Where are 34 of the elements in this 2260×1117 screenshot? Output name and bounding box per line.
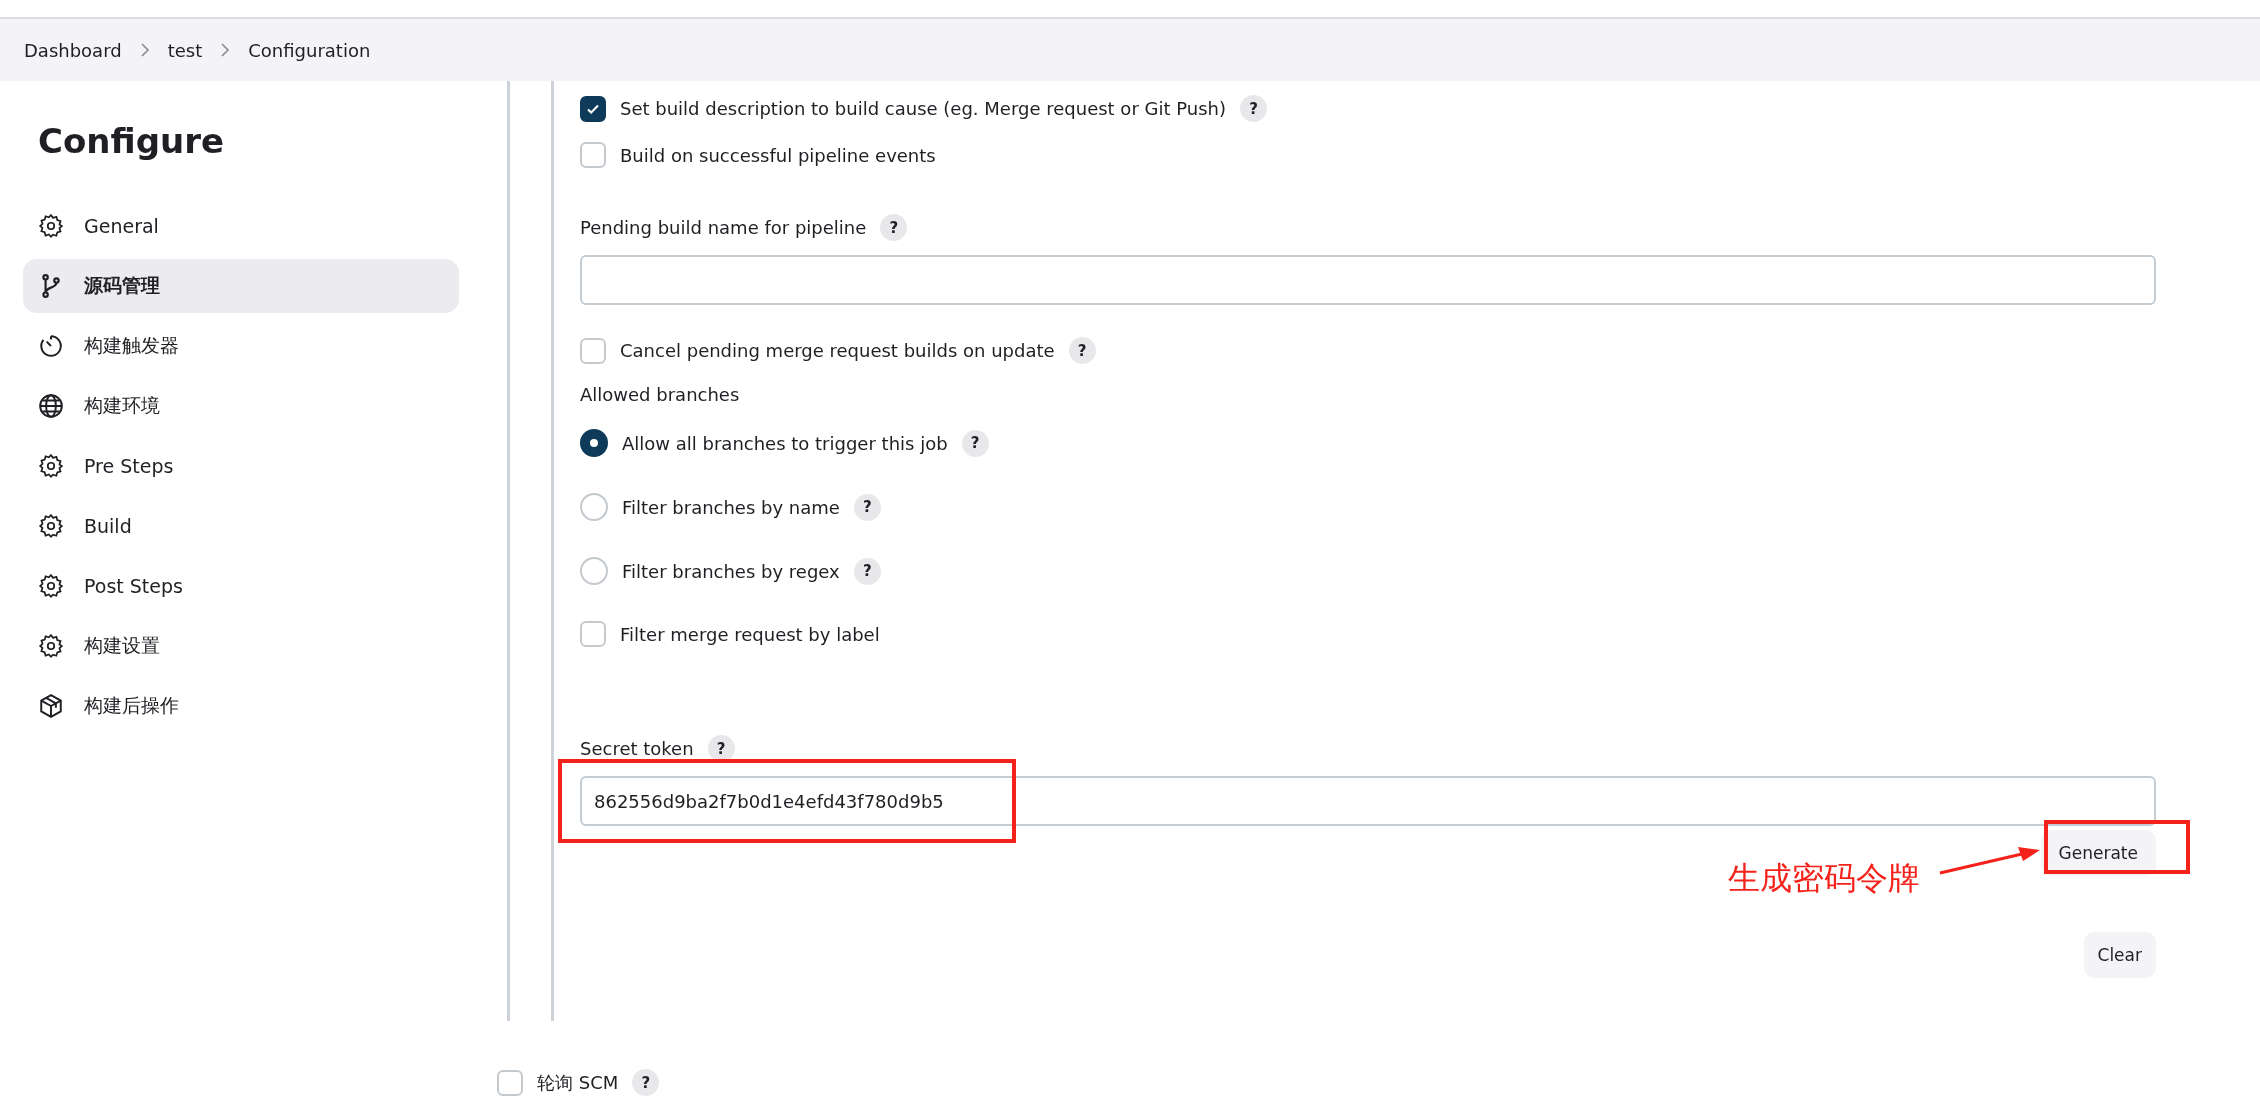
- sidebar-item[interactable]: Post Steps: [23, 559, 459, 613]
- radio-label: Allow all branches to trigger this job: [622, 432, 948, 454]
- help-button[interactable]: ?: [853, 493, 881, 521]
- checkbox-label: Cancel pending merge request builds on update: [620, 340, 1055, 361]
- help-button[interactable]: ?: [880, 214, 908, 241]
- sidebar-item[interactable]: 构建环境: [23, 379, 459, 433]
- checkbox-label: Build on successful pipeline events: [620, 144, 936, 166]
- sidebar-item[interactable]: 构建设置: [23, 619, 459, 673]
- help-button[interactable]: ?: [632, 1069, 660, 1096]
- input-field[interactable]: 862556d9ba2f7b0d1e4efd43f780d9b5: [580, 776, 2156, 826]
- sidebar-item[interactable]: 构建后操作: [23, 679, 459, 733]
- sidebar-item[interactable]: Build: [23, 499, 459, 553]
- field-label: Pending build name for pipeline: [580, 217, 867, 238]
- help-button[interactable]: ?: [1068, 337, 1096, 364]
- sidebar-item[interactable]: 源码管理: [23, 259, 459, 313]
- radio-label: Filter branches by name: [622, 496, 840, 518]
- field-label: Secret token: [580, 738, 694, 759]
- sidebar-item[interactable]: General: [23, 199, 459, 253]
- clear-button[interactable]: Clear: [2083, 932, 2156, 978]
- annotation-text: 生成密码令牌: [1728, 858, 1920, 899]
- section-label: Allowed branches: [580, 384, 740, 405]
- checkbox-label: 轮询 SCM: [537, 1070, 619, 1095]
- sidebar-item[interactable]: Pre Steps: [23, 439, 459, 493]
- checkbox-label: Set build description to build cause (eg. Merge request or Git Push): [620, 98, 1226, 119]
- sidebar-item[interactable]: 构建触发器: [23, 319, 459, 373]
- checkbox-label: Filter merge request by label: [620, 623, 880, 645]
- breadcrumb-link[interactable]: Configuration: [248, 39, 371, 61]
- sidebar-title: Configure: [38, 121, 225, 161]
- breadcrumb-link[interactable]: Dashboard: [24, 39, 122, 61]
- help-button[interactable]: ?: [853, 557, 881, 585]
- radio-label: Filter branches by regex: [622, 560, 840, 582]
- breadcrumb-link[interactable]: test: [167, 39, 203, 61]
- help-button[interactable]: ?: [1240, 95, 1267, 122]
- help-button[interactable]: ?: [961, 429, 989, 457]
